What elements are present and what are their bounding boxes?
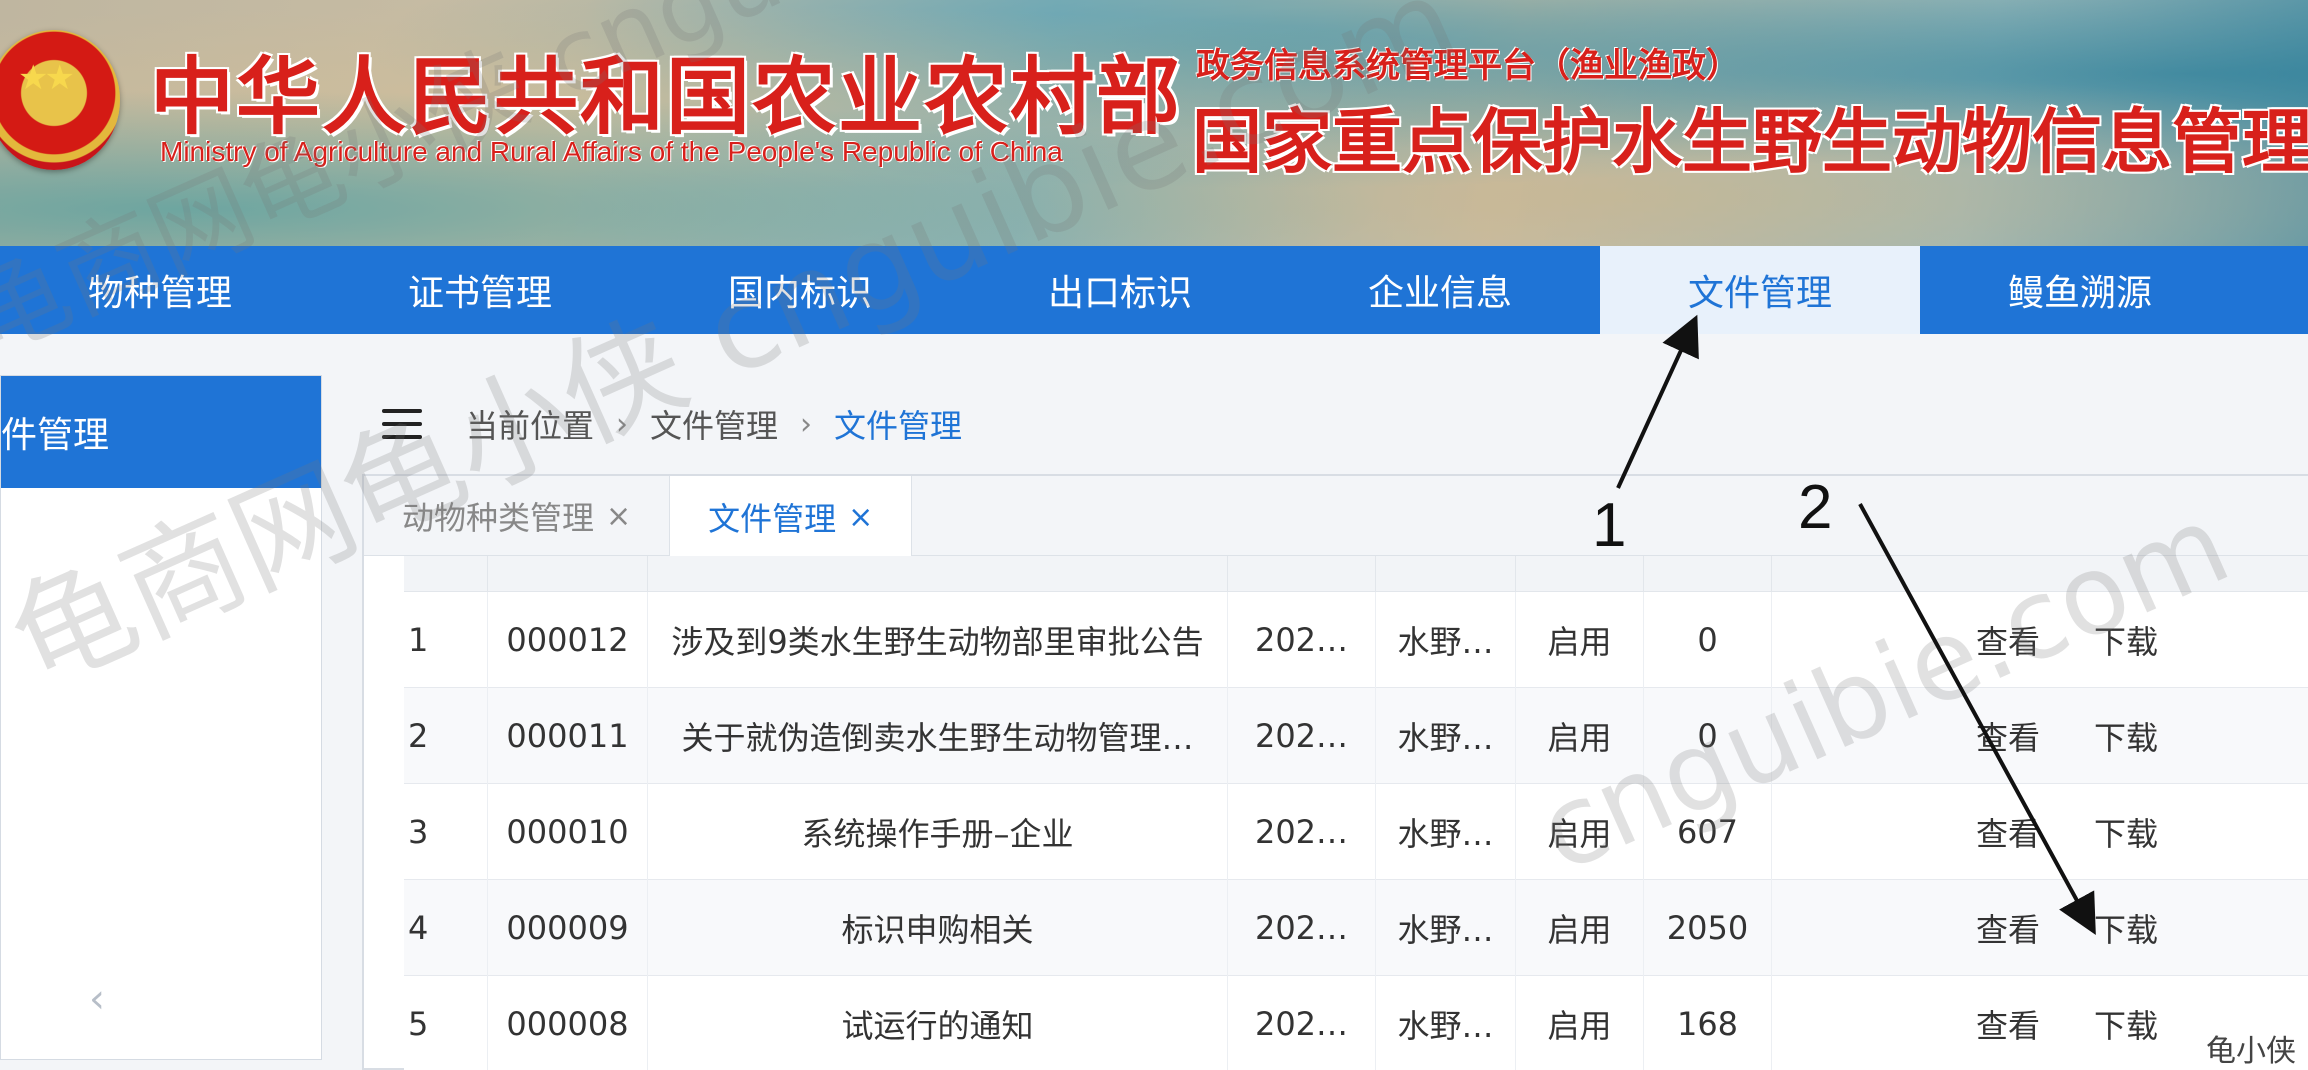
table-row: 1 000012 涉及到9类水生野生动物部里审批公告 202… 水野… 启用 0… — [404, 591, 2308, 688]
view-button[interactable]: 查看 — [1976, 905, 2040, 951]
table-row: 3 000010 系统操作手册–企业 202… 水野… 启用 607 查看 下载 — [404, 783, 2308, 880]
corner-watermark: 龟小侠 — [2200, 1026, 2302, 1070]
cell-actions: 查看 下载 — [1772, 784, 2292, 880]
tab-file-management[interactable]: 文件管理 × — [670, 476, 913, 558]
breadcrumb-location: 当前位置 — [466, 407, 595, 445]
cell-download-count: 168 — [1644, 975, 1772, 1070]
nav-item-enterprise-info[interactable]: 企业信息 — [1280, 246, 1600, 334]
close-icon[interactable]: × — [848, 500, 873, 535]
cell-code: 000011 — [488, 687, 648, 784]
cell-actions: 查看 下载 — [1772, 688, 2292, 784]
cell-name: 涉及到9类水生野生动物部里审批公告 — [648, 591, 1228, 688]
header-cell — [1376, 556, 1516, 592]
cell-dept: 水野… — [1376, 591, 1516, 688]
annotation-label-2: 2 — [1798, 473, 1833, 542]
cell-status: 启用 — [1516, 687, 1644, 784]
ministry-name-en: Ministry of Agriculture and Rural Affair… — [160, 136, 1063, 167]
header-cell — [488, 556, 648, 592]
cell-name: 试运行的通知 — [648, 975, 1228, 1070]
ministry-name-cn: 中华人民共和国农业农村部 — [150, 47, 1183, 146]
cell-date: 202… — [1228, 591, 1376, 688]
cell-actions: 查看 下载 — [1772, 880, 2292, 976]
table-header — [404, 556, 2308, 592]
download-button[interactable]: 下载 — [2094, 617, 2158, 663]
cell-actions: 查看 下载 — [1772, 592, 2292, 688]
sidebar-collapse-icon[interactable]: ‹ — [89, 976, 105, 1022]
tab-label: 文件管理 — [708, 500, 837, 538]
tab-label: 动物种类管理 — [402, 499, 595, 537]
platform-subtitle: 政务信息系统管理平台（渔业渔政） — [1196, 46, 1740, 86]
cell-status: 启用 — [1516, 975, 1644, 1070]
cell-dept: 水野… — [1376, 879, 1516, 976]
nav-item-certificates[interactable]: 证书管理 — [320, 246, 640, 334]
cell-code: 000012 — [488, 591, 648, 688]
cell-dept: 水野… — [1376, 975, 1516, 1070]
nav-item-eel-tracing[interactable]: 鳗鱼溯源 — [1920, 246, 2240, 334]
cell-download-count: 2050 — [1644, 879, 1772, 976]
header-cell — [1516, 556, 1644, 592]
download-button[interactable]: 下载 — [2094, 1001, 2158, 1047]
header-banner: ★★ 中华人民共和国农业农村部 Ministry of Agriculture … — [0, 0, 2308, 246]
platform-title: 国家重点保护水生野生动物信息管理 — [1192, 101, 2308, 183]
table-row: 2 000011 关于就伪造倒卖水生野生动物管理… 202… 水野… 启用 0 … — [404, 687, 2308, 784]
cell-download-count: 0 — [1644, 591, 1772, 688]
cell-date: 202… — [1228, 975, 1376, 1070]
cell-name: 系统操作手册–企业 — [648, 783, 1228, 880]
cell-code: 000008 — [488, 975, 648, 1070]
header-cell — [1228, 556, 1376, 592]
cell-code: 000010 — [488, 783, 648, 880]
header-cell — [404, 556, 488, 592]
main-nav: 物种管理 证书管理 国内标识 出口标识 企业信息 文件管理 鳗鱼溯源 — [0, 246, 2308, 334]
file-table: 1 000012 涉及到9类水生野生动物部里审批公告 202… 水野… 启用 0… — [404, 556, 2308, 1070]
download-button[interactable]: 下载 — [2094, 905, 2158, 951]
cell-index: 5 — [404, 975, 488, 1070]
nav-item-export-marks[interactable]: 出口标识 — [960, 246, 1280, 334]
cell-date: 202… — [1228, 783, 1376, 880]
cell-status: 启用 — [1516, 879, 1644, 976]
cell-download-count: 607 — [1644, 783, 1772, 880]
cell-name: 标识申购相关 — [648, 879, 1228, 976]
sidebar: 件管理 ‹ — [0, 375, 322, 1060]
sidebar-item-file-management[interactable]: 件管理 — [1, 376, 321, 488]
view-button[interactable]: 查看 — [1976, 809, 2040, 855]
table-row: 4 000009 标识申购相关 202… 水野… 启用 2050 查看 下载 — [404, 879, 2308, 976]
cell-dept: 水野… — [1376, 687, 1516, 784]
tab-bar: 动物种类管理 × 文件管理 × — [364, 476, 2308, 558]
cell-download-count: 0 — [1644, 687, 1772, 784]
download-button[interactable]: 下载 — [2094, 809, 2158, 855]
cell-code: 000009 — [488, 879, 648, 976]
cell-name: 关于就伪造倒卖水生野生动物管理… — [648, 687, 1228, 784]
chevron-right-icon: › — [800, 406, 813, 442]
chevron-right-icon: › — [616, 406, 629, 442]
close-icon[interactable]: × — [606, 499, 631, 534]
breadcrumb: 当前位置 › 文件管理 › 文件管理 — [382, 398, 962, 450]
view-button[interactable]: 查看 — [1976, 713, 2040, 759]
nav-item-file-management[interactable]: 文件管理 — [1600, 246, 1920, 334]
nav-item-species[interactable]: 物种管理 — [0, 246, 320, 334]
cell-index: 1 — [404, 591, 488, 688]
tab-animal-species[interactable]: 动物种类管理 × — [364, 476, 671, 556]
nav-item-domestic-marks[interactable]: 国内标识 — [640, 246, 960, 334]
cell-status: 启用 — [1516, 591, 1644, 688]
cell-index: 2 — [404, 687, 488, 784]
header-cell — [648, 556, 1228, 592]
national-emblem-icon: ★★ — [0, 30, 120, 170]
breadcrumb-file-management[interactable]: 文件管理 — [650, 401, 778, 447]
cell-index: 4 — [404, 879, 488, 976]
table-row: 5 000008 试运行的通知 202… 水野… 启用 168 查看 下载 — [404, 975, 2308, 1070]
arrow-to-file-management — [1616, 314, 1699, 489]
breadcrumb-current: 文件管理 — [834, 407, 963, 445]
cell-date: 202… — [1228, 687, 1376, 784]
hamburger-menu-icon[interactable] — [382, 409, 422, 439]
cell-status: 启用 — [1516, 783, 1644, 880]
download-button[interactable]: 下载 — [2094, 713, 2158, 759]
content-panel: 动物种类管理 × 文件管理 × 1 000012 涉及到9类水生野生动物部里审批… — [362, 474, 2308, 1070]
view-button[interactable]: 查看 — [1976, 617, 2040, 663]
view-button[interactable]: 查看 — [1976, 1001, 2040, 1047]
cell-date: 202… — [1228, 879, 1376, 976]
annotation-label-1: 1 — [1592, 491, 1627, 560]
cell-index: 3 — [404, 783, 488, 880]
cell-dept: 水野… — [1376, 783, 1516, 880]
header-cell — [1644, 556, 1772, 592]
